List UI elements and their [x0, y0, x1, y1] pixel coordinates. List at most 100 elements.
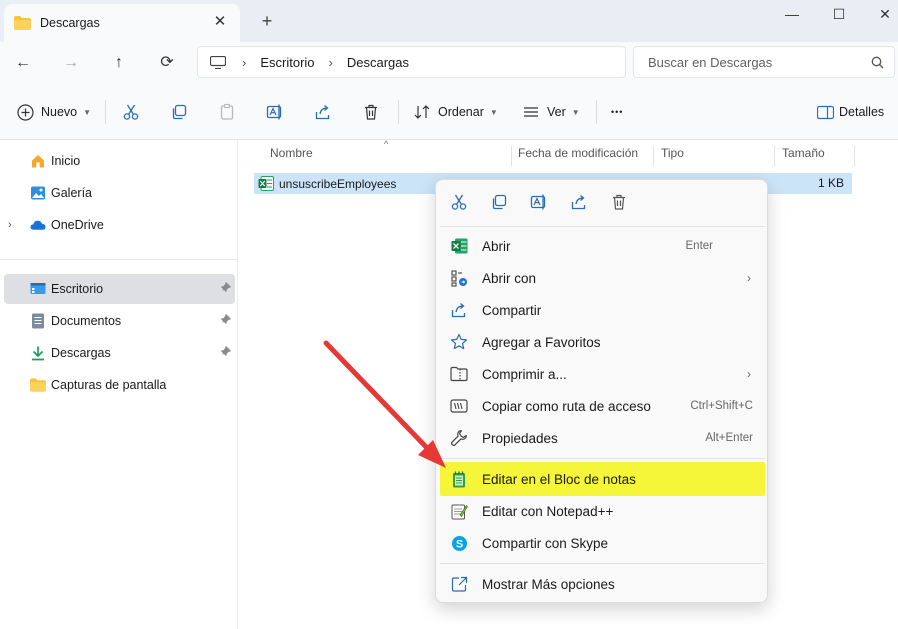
details-button[interactable]: Detalles	[816, 100, 884, 124]
menu-item-propiedades[interactable]: Propiedades Alt+Enter	[440, 423, 765, 453]
sort-button[interactable]: Ordenar ▼	[413, 100, 498, 124]
share-button[interactable]	[314, 100, 332, 124]
view-button[interactable]: Ver ▼	[522, 100, 580, 124]
paste-button[interactable]	[218, 100, 236, 124]
column-header-name[interactable]: Nombre	[262, 146, 313, 170]
maximize-button[interactable]: ☐	[824, 4, 854, 24]
menu-item-label: Agregar a Favoritos	[482, 334, 601, 350]
sort-label: Ordenar	[438, 105, 484, 119]
pin-icon	[220, 313, 232, 327]
copy-button[interactable]	[170, 100, 188, 124]
menu-item-label: Copiar como ruta de acceso	[482, 398, 651, 414]
delete-button[interactable]	[362, 100, 380, 124]
menu-divider	[440, 563, 765, 564]
pin-icon	[220, 345, 232, 359]
address-bar[interactable]: › Escritorio › Descargas	[197, 46, 626, 78]
breadcrumb-descargas[interactable]: Descargas	[347, 55, 409, 70]
column-separator[interactable]	[854, 146, 855, 166]
context-cut-button[interactable]	[449, 192, 469, 212]
sidebar-item-documentos[interactable]: Documentos	[4, 306, 235, 336]
chevron-down-icon: ▼	[489, 107, 498, 117]
context-menu-toolbar	[436, 180, 767, 224]
column-header-type[interactable]: Tipo	[653, 146, 684, 170]
close-tab-icon[interactable]: ✕	[212, 14, 228, 30]
chevron-right-icon: ›	[747, 367, 751, 381]
folder-icon	[14, 16, 31, 30]
sidebar-divider	[0, 259, 238, 260]
new-tab-button[interactable]: +	[257, 11, 277, 31]
sidebar-item-escritorio[interactable]: Escritorio	[4, 274, 235, 304]
context-menu: Abrir Enter Abrir con › Compartir Agrega…	[435, 179, 768, 603]
tab-descargas[interactable]: Descargas ✕	[4, 4, 240, 42]
up-button[interactable]: ↑	[107, 52, 131, 74]
menu-item-comprimir[interactable]: Comprimir a... ›	[440, 359, 765, 389]
breadcrumb-escritorio[interactable]: Escritorio	[260, 55, 314, 70]
path-icon	[450, 397, 468, 415]
sidebar-item-label: Inicio	[51, 154, 81, 168]
desktop-icon	[30, 281, 46, 297]
menu-item-compartir[interactable]: Compartir	[440, 295, 765, 325]
divider	[596, 100, 597, 124]
downloads-icon	[30, 345, 46, 361]
chevron-down-icon: ▼	[83, 107, 92, 117]
divider	[398, 100, 399, 124]
menu-divider	[440, 226, 765, 227]
scissors-icon	[122, 103, 140, 121]
tab-title: Descargas	[40, 16, 100, 30]
menu-item-skype[interactable]: S Compartir con Skype	[440, 528, 765, 558]
sidebar-item-label: Descargas	[51, 346, 111, 360]
context-delete-button[interactable]	[609, 192, 629, 212]
sidebar-item-descargas[interactable]: Descargas	[4, 338, 235, 368]
expand-chevron-icon[interactable]: ›	[8, 219, 12, 231]
share-icon	[450, 301, 468, 319]
cut-button[interactable]	[122, 100, 140, 124]
file-name: unsuscribeEmployees	[279, 176, 397, 191]
context-copy-button[interactable]	[489, 192, 509, 212]
trash-icon	[613, 194, 625, 210]
menu-item-copiar-ruta[interactable]: Copiar como ruta de acceso Ctrl+Shift+C	[440, 391, 765, 421]
excel-icon	[258, 176, 274, 191]
sidebar-item-galeria[interactable]: Galería	[4, 178, 235, 208]
context-rename-button[interactable]	[529, 192, 549, 212]
menu-item-notepad-plus-plus[interactable]: Editar con Notepad++	[440, 496, 765, 526]
menu-item-favoritos[interactable]: Agregar a Favoritos	[440, 327, 765, 357]
rename-button[interactable]	[266, 100, 284, 124]
refresh-button[interactable]: ⟳	[155, 52, 179, 74]
menu-item-bloc-de-notas[interactable]: Editar en el Bloc de notas	[440, 462, 765, 496]
wrench-icon	[450, 429, 468, 447]
sidebar-item-capturas[interactable]: Capturas de pantalla	[4, 370, 235, 400]
new-button[interactable]: Nuevo ▼	[16, 100, 91, 124]
search-placeholder: Buscar en Descargas	[648, 54, 773, 70]
forward-button[interactable]: →	[59, 52, 83, 74]
rename-icon	[266, 103, 284, 121]
sidebar-item-onedrive[interactable]: › OneDrive	[4, 210, 235, 240]
skype-icon: S	[450, 534, 468, 552]
column-header-size[interactable]: Tamaño	[774, 146, 825, 170]
menu-divider	[440, 458, 765, 459]
sort-indicator: ^	[384, 139, 389, 149]
menu-item-mas-opciones[interactable]: Mostrar Más opciones	[440, 569, 765, 599]
breadcrumb-separator: ›	[328, 54, 333, 70]
column-header-date[interactable]: Fecha de modificación	[510, 146, 638, 170]
minimize-button[interactable]: —	[777, 4, 807, 24]
breadcrumb-separator: ›	[242, 54, 247, 70]
context-share-button[interactable]	[569, 192, 589, 212]
details-pane-icon	[816, 103, 834, 121]
menu-item-label: Editar en el Bloc de notas	[482, 471, 636, 487]
sidebar-item-inicio[interactable]: Inicio	[4, 146, 235, 176]
sidebar-item-label: Documentos	[51, 314, 122, 328]
folder-icon	[30, 377, 46, 393]
back-button[interactable]: ←	[11, 52, 35, 74]
menu-item-abrir-con[interactable]: Abrir con ›	[440, 263, 765, 293]
more-options-button[interactable]: •••	[611, 100, 623, 124]
documents-icon	[30, 313, 46, 329]
menu-item-label: Comprimir a...	[482, 366, 567, 382]
close-window-button[interactable]: ✕	[870, 4, 898, 24]
search-input[interactable]: Buscar en Descargas	[633, 46, 895, 78]
menu-item-abrir[interactable]: Abrir Enter	[440, 231, 765, 261]
star-icon	[450, 333, 468, 351]
command-bar: Nuevo ▼ Ordenar ▼ Ver ▼ ••• Detalles	[0, 84, 898, 140]
menu-item-label: Compartir con Skype	[482, 535, 609, 551]
search-icon	[871, 56, 884, 69]
share-icon	[314, 103, 332, 121]
